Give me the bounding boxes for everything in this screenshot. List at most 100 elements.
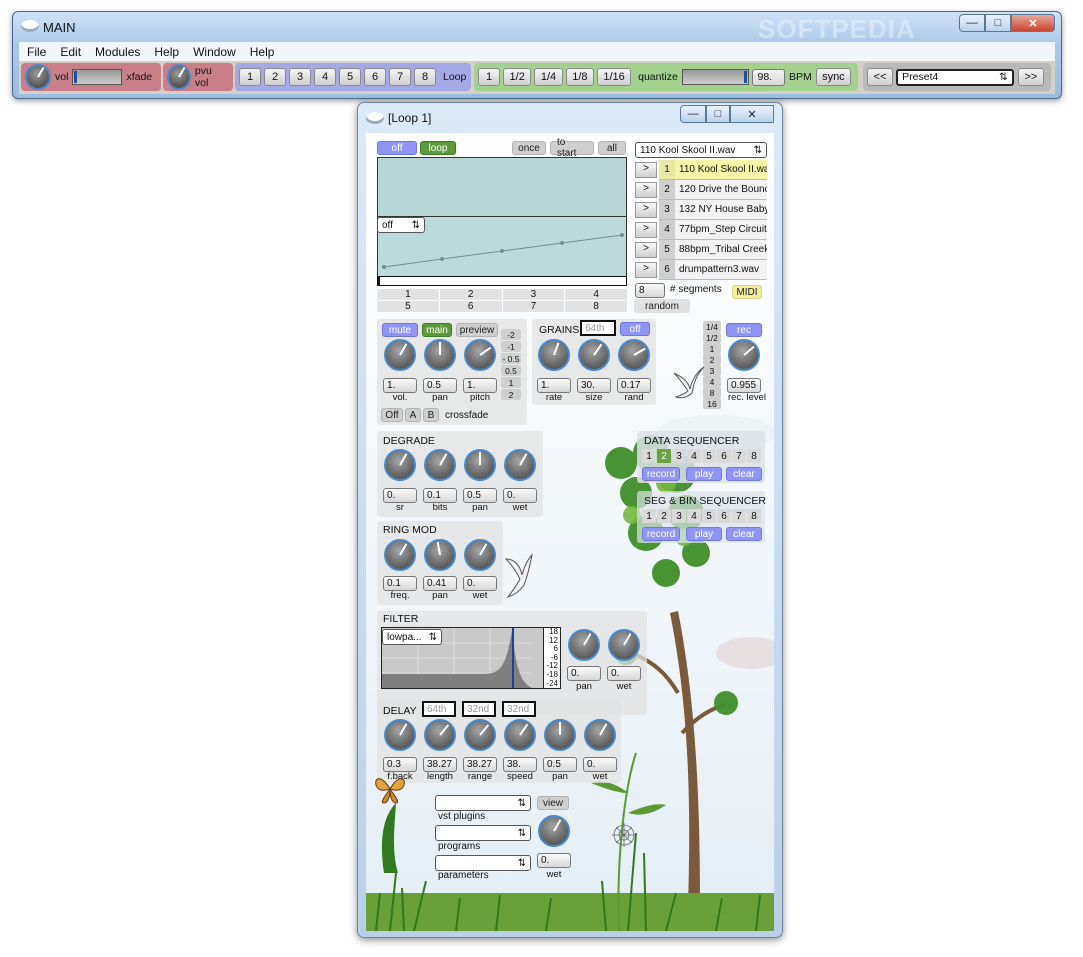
delay-sync-3[interactable]: 32nd: [502, 701, 536, 717]
pitch-offset-half[interactable]: 0.5: [501, 365, 521, 376]
seg-step-1[interactable]: 1: [642, 509, 656, 523]
data-step-4[interactable]: 4: [687, 449, 701, 463]
delay-wet-input[interactable]: 0.: [583, 757, 617, 772]
pitch-knob[interactable]: [464, 339, 496, 371]
file-load-button[interactable]: >: [635, 242, 657, 258]
quantize-button-quarter[interactable]: 1/4: [534, 68, 563, 86]
degrade-pan-knob[interactable]: [464, 449, 496, 481]
seg-step-2[interactable]: 2: [657, 509, 671, 523]
vst-wet-input[interactable]: 0.: [537, 853, 571, 868]
vol-knob[interactable]: [25, 64, 51, 90]
minimize-button[interactable]: —: [959, 14, 985, 32]
vst-plugins-select[interactable]: ⇅: [435, 795, 531, 811]
menu-modules[interactable]: Modules: [95, 45, 140, 59]
pitch-offset-minus-2[interactable]: -2: [501, 329, 521, 340]
segment-button-6[interactable]: 6: [439, 301, 502, 312]
position-bar[interactable]: [377, 276, 627, 286]
pitch-input[interactable]: 1.: [463, 378, 497, 393]
data-record-button[interactable]: record: [642, 467, 680, 481]
degrade-pan-input[interactable]: 0.5: [463, 488, 497, 503]
ring-pan-knob[interactable]: [424, 539, 456, 571]
crossfade-off-button[interactable]: Off: [381, 408, 403, 422]
preview-button[interactable]: preview: [456, 323, 498, 337]
delay-fback-knob[interactable]: [384, 719, 416, 751]
degrade-wet-input[interactable]: 0.: [503, 488, 537, 503]
segment-button-2[interactable]: 2: [439, 289, 502, 300]
sync-button[interactable]: sync: [815, 68, 851, 86]
seg-step-3[interactable]: 3: [672, 509, 686, 523]
file-load-button[interactable]: >: [635, 262, 657, 278]
seg-play-button[interactable]: play: [686, 527, 722, 541]
file-row[interactable]: > 3 132 NY House Baby: [635, 200, 767, 220]
loop-mode-button[interactable]: loop: [420, 141, 456, 155]
midi-button[interactable]: MIDI: [732, 285, 762, 299]
data-play-button[interactable]: play: [686, 467, 722, 481]
crossfade-b-button[interactable]: B: [423, 408, 439, 422]
delay-pan-knob[interactable]: [544, 719, 576, 751]
filter-pan-input[interactable]: 0.: [567, 666, 601, 681]
data-step-5[interactable]: 5: [702, 449, 716, 463]
segment-button-1[interactable]: 1: [377, 289, 439, 300]
grain-size-knob[interactable]: [578, 339, 610, 371]
grains-toggle-button[interactable]: off: [620, 322, 650, 336]
file-row[interactable]: > 6 drumpattern3.wav: [635, 260, 767, 280]
file-load-button[interactable]: >: [635, 162, 657, 178]
file-load-button[interactable]: >: [635, 202, 657, 218]
preset-select[interactable]: Preset4 ⇅: [896, 68, 1014, 86]
delay-range-knob[interactable]: [464, 719, 496, 751]
quantize-button-sixteenth[interactable]: 1/16: [597, 68, 632, 86]
grain-size-input[interactable]: 30.: [577, 378, 611, 393]
loop-button-7[interactable]: 7: [389, 68, 411, 86]
segment-button-8[interactable]: 8: [565, 301, 627, 312]
grain-rate-knob[interactable]: [538, 339, 570, 371]
pan-input[interactable]: 0.5: [423, 378, 457, 393]
delay-sync-2[interactable]: 32nd: [462, 701, 496, 717]
loop-button-8[interactable]: 8: [414, 68, 436, 86]
random-button[interactable]: random: [634, 299, 690, 313]
seg-step-4[interactable]: 4: [687, 509, 701, 523]
division-1[interactable]: 1: [703, 343, 721, 354]
grain-rate-input[interactable]: 1.: [537, 378, 571, 393]
filter-type-select[interactable]: lowpa... ⇅: [382, 629, 442, 645]
loop-button-6[interactable]: 6: [364, 68, 386, 86]
ring-freq-knob[interactable]: [384, 539, 416, 571]
vst-programs-select[interactable]: ⇅: [435, 825, 531, 841]
delay-range-input[interactable]: 38.27: [463, 757, 497, 772]
vst-view-button[interactable]: view: [537, 796, 569, 810]
delay-length-knob[interactable]: [424, 719, 456, 751]
data-step-7[interactable]: 7: [732, 449, 746, 463]
xfade-slider[interactable]: [72, 69, 123, 85]
ring-wet-knob[interactable]: [464, 539, 496, 571]
loop-button-3[interactable]: 3: [289, 68, 311, 86]
degrade-sr-knob[interactable]: [384, 449, 416, 481]
data-step-2[interactable]: 2: [657, 449, 671, 463]
pitch-offset-minus-half[interactable]: - 0.5: [501, 353, 521, 364]
segment-button-4[interactable]: 4: [565, 289, 627, 300]
file-row[interactable]: > 1 110 Kool Skool II.wav: [635, 160, 767, 180]
filter-wet-input[interactable]: 0.: [607, 666, 641, 681]
file-row[interactable]: > 2 120 Drive the Bounce: [635, 180, 767, 200]
seg-step-6[interactable]: 6: [717, 509, 731, 523]
vol-input[interactable]: 1.: [383, 378, 417, 393]
menu-help-2[interactable]: Help: [250, 45, 275, 59]
delay-fback-input[interactable]: 0.3: [383, 757, 417, 772]
delay-speed-knob[interactable]: [504, 719, 536, 751]
data-step-8[interactable]: 8: [747, 449, 761, 463]
grain-rand-knob[interactable]: [618, 339, 650, 371]
segment-button-7[interactable]: 7: [502, 301, 565, 312]
division-quarter[interactable]: 1/4: [703, 321, 721, 332]
file-load-button[interactable]: >: [635, 222, 657, 238]
preset-prev-button[interactable]: <<: [867, 68, 894, 86]
quantize-button-eighth[interactable]: 1/8: [565, 68, 595, 86]
file-row[interactable]: > 5 88bpm_Tribal Creek: [635, 240, 767, 260]
delay-speed-input[interactable]: 38.: [503, 757, 537, 772]
segment-button-5[interactable]: 5: [377, 301, 439, 312]
division-half[interactable]: 1/2: [703, 332, 721, 343]
menu-file[interactable]: File: [27, 45, 46, 59]
file-load-button[interactable]: >: [635, 182, 657, 198]
segment-button-3[interactable]: 3: [502, 289, 565, 300]
loop-button-5[interactable]: 5: [339, 68, 361, 86]
pan-knob[interactable]: [424, 339, 456, 371]
data-clear-button[interactable]: clear: [726, 467, 762, 481]
grains-sync-input[interactable]: 64th: [580, 320, 616, 336]
